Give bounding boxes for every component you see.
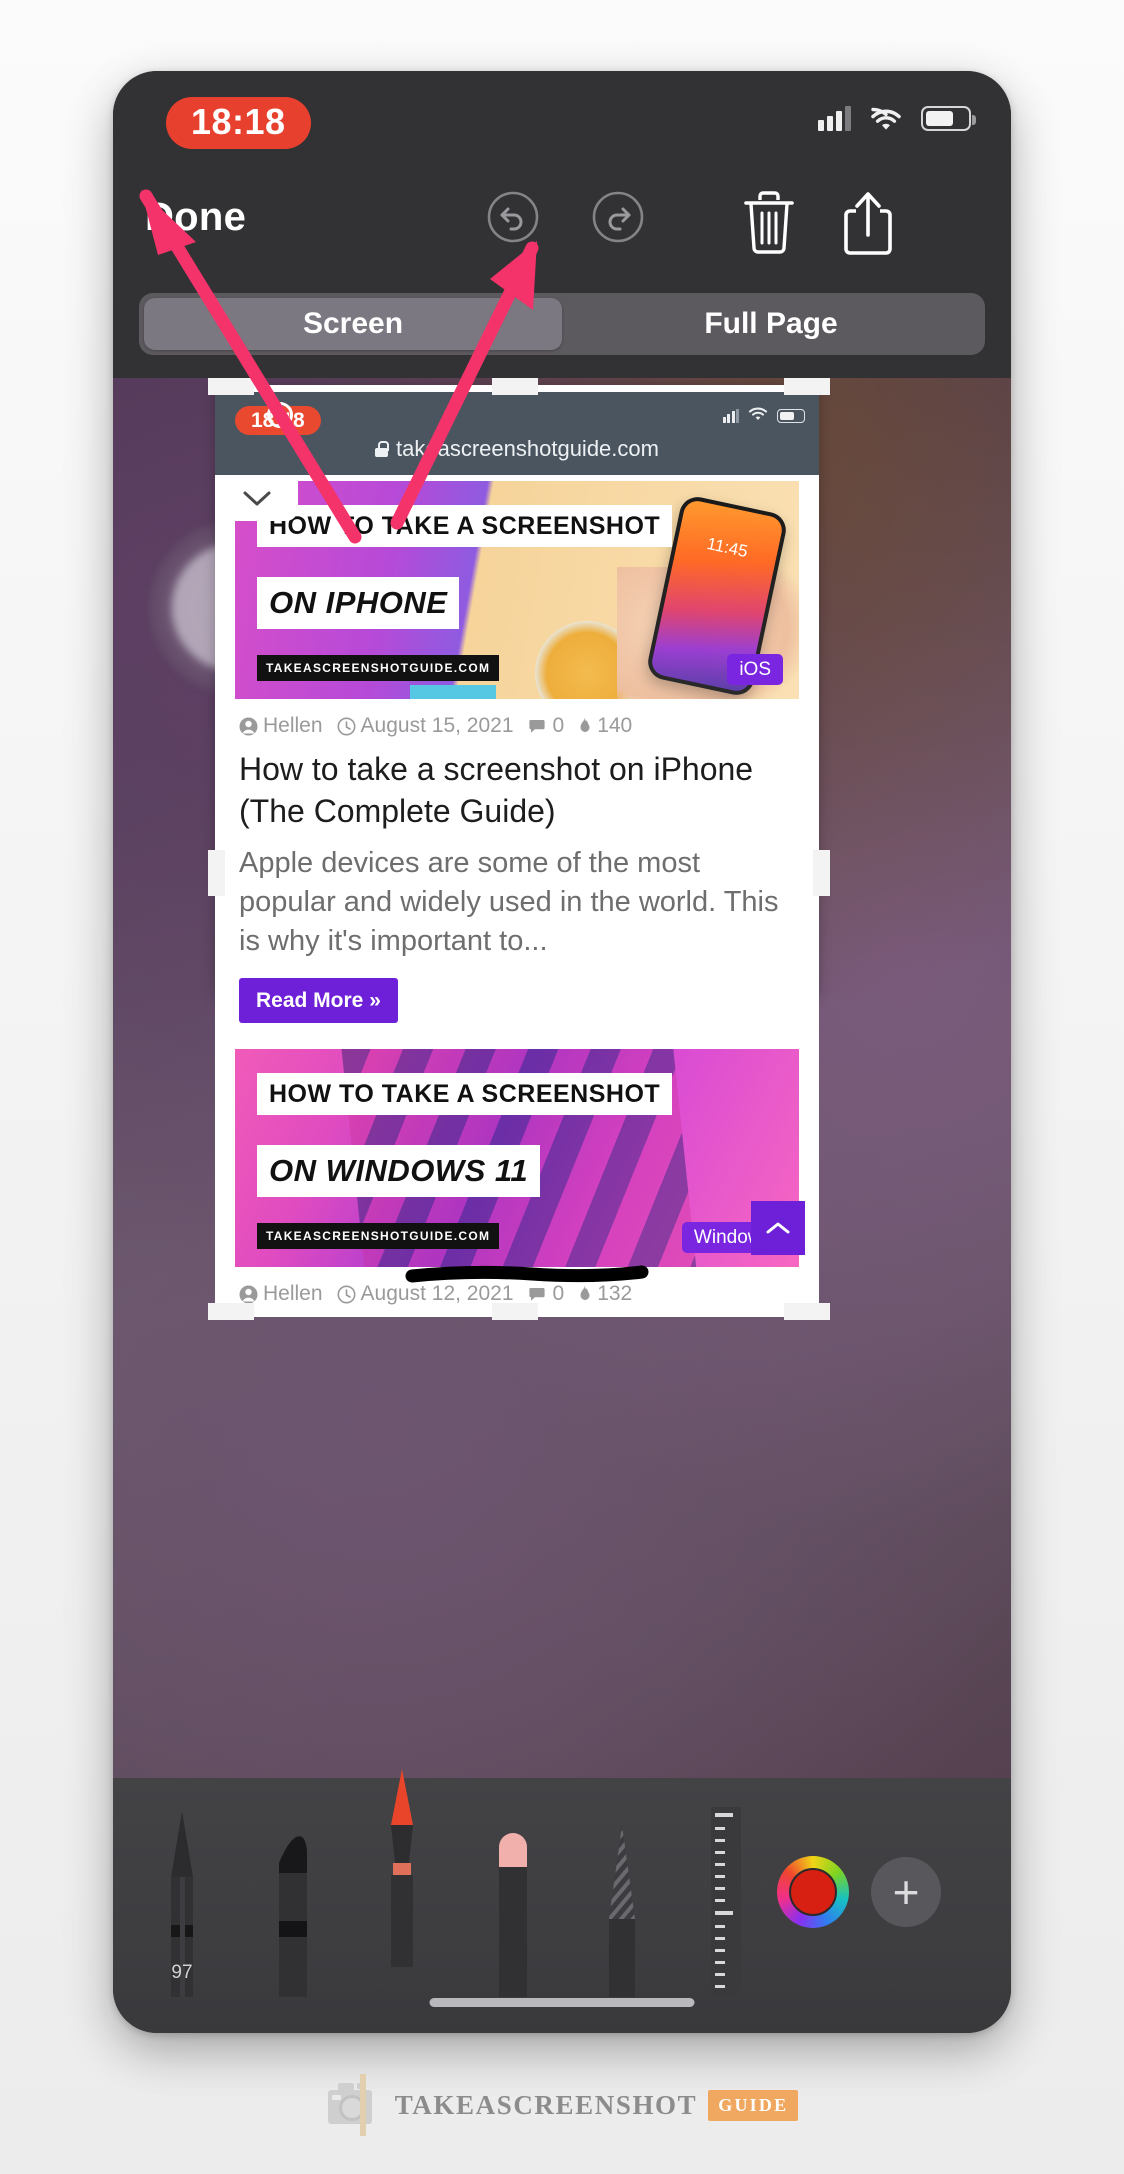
share-icon[interactable] bbox=[838, 189, 898, 264]
article-1-hero-image: 11:45 HOW TO TAKE A SCREENSHOT ON IPHONE… bbox=[235, 481, 799, 699]
crop-handle-middle-left[interactable] bbox=[208, 850, 225, 896]
address-bar-url: takeascreenshotguide.com bbox=[396, 436, 659, 461]
article-1-meta: Hellen August 15, 2021 0 140 bbox=[239, 714, 819, 738]
redo-icon[interactable] bbox=[590, 189, 646, 250]
article-1-author: Hellen bbox=[239, 714, 323, 738]
article-1-read-more-button[interactable]: Read More » bbox=[239, 978, 398, 1024]
user-icon bbox=[239, 717, 258, 735]
hero-2-headline-line1: HOW TO TAKE A SCREENSHOT bbox=[257, 1073, 673, 1116]
tab-full-page[interactable]: Full Page bbox=[562, 298, 980, 350]
screenshot-preview-content[interactable]: 18:18 takeascreenshotguide.com 11:45 HOW… bbox=[215, 392, 819, 1317]
flame-icon bbox=[580, 716, 590, 732]
article-1-date: August 15, 2021 bbox=[337, 714, 514, 738]
trash-icon[interactable] bbox=[738, 189, 800, 262]
crop-handle-top-right[interactable] bbox=[784, 378, 830, 395]
article-1-author-name: Hellen bbox=[263, 714, 323, 737]
article-2-author-name: Hellen bbox=[263, 1282, 323, 1306]
battery-icon bbox=[921, 105, 976, 131]
wifi-icon bbox=[869, 105, 903, 131]
phone-frame: 18:18 Done Screen Full Page 18:18 takeas… bbox=[113, 71, 1011, 2033]
article-2-date-value: August 12, 2021 bbox=[360, 1282, 514, 1306]
add-markup-button[interactable]: + bbox=[871, 1857, 941, 1927]
status-icon-group bbox=[818, 105, 976, 131]
article-1-excerpt: Apple devices are some of the most popul… bbox=[239, 847, 779, 957]
marker-tool[interactable] bbox=[265, 1807, 319, 2002]
page-root: 18:18 Done Screen Full Page 18:18 takeas… bbox=[0, 0, 1124, 2174]
pencil-tool[interactable] bbox=[485, 1807, 539, 2002]
undo-icon[interactable] bbox=[485, 189, 541, 250]
markup-tool-palette[interactable]: 97 + bbox=[113, 1769, 1011, 2033]
hero-2-source: TAKEASCREENSHOTGUIDE.COM bbox=[257, 1223, 500, 1250]
clock-icon bbox=[337, 1285, 356, 1304]
article-1-date-value: August 15, 2021 bbox=[360, 714, 514, 737]
chevron-down-icon[interactable] bbox=[215, 475, 298, 521]
article-2-hero-image: HOW TO TAKE A SCREENSHOT ON WINDOWS 11 T… bbox=[235, 1049, 799, 1268]
screenshot-mode-segmented-control[interactable]: Screen Full Page bbox=[139, 293, 985, 355]
home-indicator[interactable] bbox=[429, 1998, 695, 2007]
article-1-comments-count: 0 bbox=[552, 714, 565, 737]
crop-handle-bottom-center[interactable] bbox=[492, 1303, 538, 1320]
hero-1-blue-bar bbox=[410, 685, 496, 699]
markup-toolbar: Done bbox=[113, 171, 1011, 279]
inner-status-icons bbox=[722, 406, 805, 426]
article-1-title[interactable]: How to take a screenshot on iPhone (The … bbox=[239, 748, 795, 832]
article-card-1[interactable]: 11:45 HOW TO TAKE A SCREENSHOT ON IPHONE… bbox=[215, 481, 819, 1024]
tool-list: 97 + bbox=[113, 1769, 1011, 1997]
footer-brand-badge: GUIDE bbox=[708, 2089, 799, 2121]
article-2-comments-count: 0 bbox=[552, 1282, 565, 1306]
inner-cellular-signal-icon bbox=[722, 409, 739, 423]
color-picker-button[interactable] bbox=[777, 1856, 849, 1928]
crop-handle-top-left[interactable] bbox=[208, 378, 254, 395]
eraser-tool[interactable] bbox=[595, 1807, 649, 2002]
cellular-signal-icon bbox=[818, 105, 851, 131]
user-icon bbox=[239, 1285, 258, 1304]
lock-icon bbox=[375, 441, 390, 457]
hero-1-headline-line2: ON IPHONE bbox=[257, 577, 460, 629]
hero-1-category-tag[interactable]: iOS bbox=[727, 654, 783, 685]
crop-handle-top-center[interactable] bbox=[492, 378, 538, 395]
clock-icon bbox=[337, 717, 356, 735]
camera-icon bbox=[327, 2074, 372, 2136]
crop-handle-bottom-right[interactable] bbox=[784, 1303, 830, 1320]
comment-icon bbox=[528, 719, 545, 733]
flame-icon bbox=[580, 1284, 590, 1300]
inner-browser-chrome: 18:18 takeascreenshotguide.com bbox=[215, 392, 819, 475]
markup-canvas[interactable]: 18:18 takeascreenshotguide.com 11:45 HOW… bbox=[113, 378, 1011, 1778]
pen-tool[interactable]: 97 bbox=[155, 1807, 209, 2002]
footer-logo: TAKEASCREENSHOT GUIDE bbox=[0, 2055, 1124, 2155]
status-bar: 18:18 bbox=[113, 71, 1011, 171]
article-card-2[interactable]: HOW TO TAKE A SCREENSHOT ON WINDOWS 11 T… bbox=[215, 1049, 819, 1317]
crop-handle-bottom-left[interactable] bbox=[208, 1303, 254, 1320]
address-bar[interactable]: takeascreenshotguide.com bbox=[215, 436, 819, 462]
article-2-views: 132 bbox=[578, 1282, 632, 1306]
article-1-comments: 0 bbox=[528, 714, 565, 738]
ruler-tool[interactable] bbox=[703, 1805, 749, 2002]
chevron-up-icon[interactable] bbox=[751, 1201, 805, 1255]
comment-icon bbox=[528, 1287, 545, 1301]
screen-recording-indicator-icon bbox=[267, 402, 293, 428]
hero-1-headline-line1: HOW TO TAKE A SCREENSHOT bbox=[257, 505, 673, 547]
status-time: 18:18 bbox=[166, 97, 311, 149]
footer-brand-name: TAKEASCREENSHOT bbox=[394, 2089, 698, 2120]
tab-screen[interactable]: Screen bbox=[144, 298, 562, 350]
hero-2-headline-line2: ON WINDOWS 11 bbox=[257, 1145, 541, 1198]
inner-wifi-icon bbox=[748, 406, 768, 426]
crop-handle-middle-right[interactable] bbox=[813, 850, 830, 896]
inner-battery-icon bbox=[777, 409, 805, 423]
done-button[interactable]: Done bbox=[145, 195, 246, 240]
article-1-views: 140 bbox=[578, 714, 632, 738]
article-2-date: August 12, 2021 bbox=[337, 1282, 514, 1306]
pen-tool-label: 97 bbox=[171, 1962, 193, 1983]
hero-1-source: TAKEASCREENSHOTGUIDE.COM bbox=[257, 655, 500, 681]
highlighter-tool[interactable] bbox=[375, 1767, 429, 1972]
article-2-views-count: 132 bbox=[597, 1282, 633, 1306]
article-1-views-count: 140 bbox=[597, 714, 633, 737]
